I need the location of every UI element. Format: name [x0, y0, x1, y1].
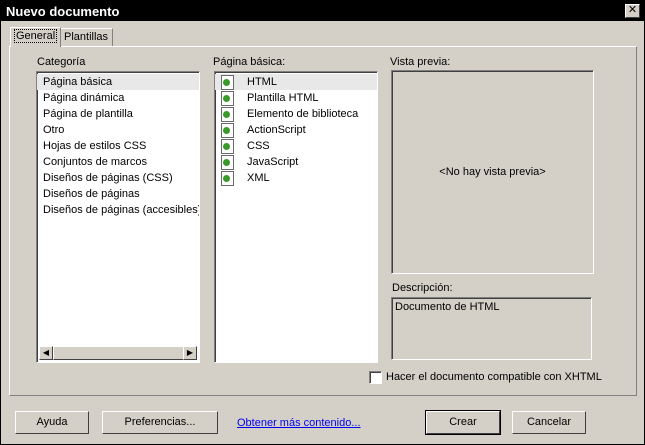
- list-item-label: Plantilla HTML: [247, 92, 319, 104]
- document-icon: [221, 138, 234, 154]
- tab-plantillas-label: Plantillas: [64, 31, 109, 43]
- category-item[interactable]: Página dinámica: [37, 90, 199, 106]
- description-box: Documento de HTML: [391, 297, 592, 360]
- category-item[interactable]: Hojas de estilos CSS: [37, 138, 199, 154]
- category-item[interactable]: Página de plantilla: [37, 106, 199, 122]
- cancel-button[interactable]: Cancelar: [512, 411, 586, 434]
- document-icon: [221, 90, 234, 106]
- list-item-label: Elemento de biblioteca: [247, 108, 359, 120]
- document-icon: [221, 122, 234, 138]
- document-icon: [221, 170, 234, 186]
- list-item[interactable]: CSS: [215, 138, 377, 154]
- xhtml-checkbox[interactable]: [369, 371, 382, 384]
- tab-general-label: General: [13, 29, 58, 43]
- category-item[interactable]: Otro: [37, 122, 199, 138]
- list-item[interactable]: XML: [215, 170, 377, 186]
- list-item-label: ActionScript: [247, 124, 306, 136]
- document-icon: [221, 106, 234, 122]
- list-item[interactable]: Plantilla HTML: [215, 90, 377, 106]
- preferences-button[interactable]: Preferencias...: [102, 411, 218, 434]
- title-bar: Nuevo documento ✕: [1, 1, 644, 21]
- description-text: Documento de HTML: [395, 301, 500, 313]
- document-icon: [221, 154, 234, 170]
- get-more-content-link[interactable]: Obtener más contenido...: [237, 417, 361, 429]
- category-item[interactable]: Diseños de páginas (CSS): [37, 170, 199, 186]
- category-item[interactable]: Página básica: [37, 74, 199, 90]
- list-item[interactable]: ActionScript: [215, 122, 377, 138]
- category-item[interactable]: Conjuntos de marcos: [37, 154, 199, 170]
- scroll-thumb[interactable]: [53, 346, 187, 360]
- category-label: Categoría: [37, 56, 86, 68]
- scroll-left-icon[interactable]: ◀: [39, 346, 53, 360]
- category-item[interactable]: Diseños de páginas (accesibles): [37, 202, 199, 218]
- description-label: Descripción:: [392, 282, 453, 294]
- basic-page-listbox[interactable]: HTML Plantilla HTML Elemento de bibliote…: [214, 71, 378, 363]
- category-horizontal-scrollbar[interactable]: ◀ ▶: [39, 346, 197, 360]
- list-item-label: JavaScript: [247, 156, 299, 168]
- list-item[interactable]: HTML: [215, 74, 377, 90]
- dialog-title: Nuevo documento: [6, 4, 120, 19]
- list-item[interactable]: JavaScript: [215, 154, 377, 170]
- new-document-dialog: Nuevo documento ✕ General Plantillas Cat…: [0, 0, 645, 445]
- list-item-label: HTML: [247, 76, 277, 88]
- list-item-label: CSS: [247, 140, 270, 152]
- preview-pane: <No hay vista previa>: [391, 70, 594, 274]
- preview-label: Vista previa:: [390, 56, 451, 68]
- tab-general[interactable]: General: [10, 27, 62, 47]
- basic-page-label: Página básica:: [213, 56, 286, 68]
- close-button[interactable]: ✕: [625, 4, 640, 18]
- list-item[interactable]: Elemento de biblioteca: [215, 106, 377, 122]
- list-item-label: XML: [247, 172, 270, 184]
- create-button[interactable]: Crear: [425, 410, 501, 435]
- help-button[interactable]: Ayuda: [15, 411, 89, 434]
- category-listbox[interactable]: Página básica Página dinámica Página de …: [36, 71, 200, 363]
- tab-plantillas[interactable]: Plantillas: [59, 28, 114, 46]
- xhtml-checkbox-label[interactable]: Hacer el documento compatible con XHTML: [386, 371, 602, 383]
- scroll-right-icon[interactable]: ▶: [183, 346, 197, 360]
- preview-placeholder: <No hay vista previa>: [439, 166, 546, 178]
- close-icon: ✕: [627, 4, 638, 16]
- document-icon: [221, 74, 234, 90]
- category-item[interactable]: Diseños de páginas: [37, 186, 199, 202]
